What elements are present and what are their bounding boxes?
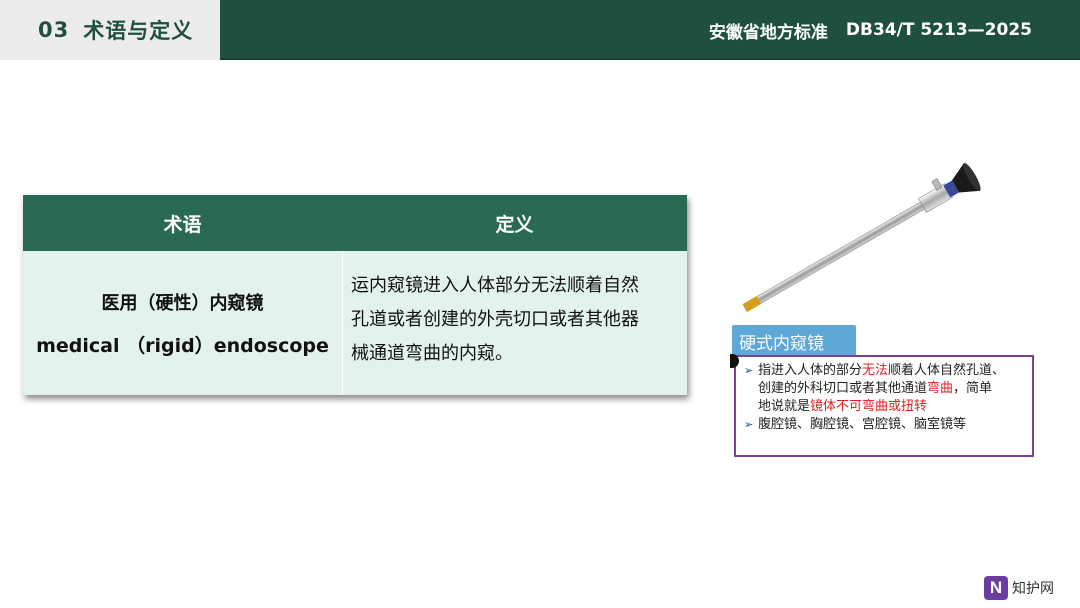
term-definition-table: 术语 定义 医用（硬性）内窥镜 medical （rigid）endoscope… — [23, 195, 687, 395]
term-cell: 医用（硬性）内窥镜 medical （rigid）endoscope — [23, 251, 342, 395]
table-row: 医用（硬性）内窥镜 medical （rigid）endoscope 运内窥镜进… — [23, 251, 687, 395]
caption-line: 创建的外科切口或者其他通道弯曲，简单 — [758, 381, 993, 396]
rigid-endoscope-image — [742, 163, 981, 312]
column-header-term: 术语 — [163, 213, 202, 236]
caption-line: ➢ 指进入人体的部分无法顺着人体自然孔道、 — [744, 363, 1006, 378]
term-chinese: 医用（硬性）内窥镜 — [101, 292, 264, 314]
section-title: 术语与定义 — [83, 19, 194, 43]
arrow-bullet-icon: ➢ — [744, 418, 754, 431]
definition-line: 运内窥镜进入人体部分无法顺着自然 — [351, 275, 639, 296]
caption-line: 地说就是镜体不可弯曲或扭转 — [758, 399, 928, 414]
caption-title: 硬式内窥镜 — [732, 325, 856, 357]
standard-code: DB34/T 5213—2025 — [845, 20, 1032, 40]
definition-line: 孔道或者创建的外壳切口或者其他器 — [351, 309, 639, 330]
column-header-definition: 定义 — [495, 213, 534, 236]
caption-box: ➢ 指进入人体的部分无法顺着人体自然孔道、 创建的外科切口或者其他通道弯曲，简单… — [734, 355, 1034, 457]
standard-issuer: 安徽省地方标准 — [708, 22, 828, 43]
arrow-bullet-icon: ➢ — [744, 364, 754, 377]
term-english: medical （rigid）endoscope — [36, 334, 329, 357]
zhihuwang-logo-icon: N — [984, 576, 1008, 600]
definition-cell: 运内窥镜进入人体部分无法顺着自然 孔道或者创建的外壳切口或者其他器 械通道弯曲的… — [343, 251, 687, 395]
caption-line: ➢ 腹腔镜、胸腔镜、宫腔镜、脑室镜等 — [744, 417, 967, 432]
section-number: 03 — [38, 18, 70, 42]
table-header-row: 术语 定义 — [23, 195, 687, 251]
watermark-text: 知护网 — [1012, 581, 1054, 597]
section-header: 03 术语与定义 — [0, 0, 220, 60]
watermark: N 知护网 — [984, 576, 1054, 600]
standard-banner: 安徽省地方标准 DB34/T 5213—2025 — [220, 0, 1080, 60]
definition-line: 械通道弯曲的内窥。 — [351, 343, 513, 364]
header-divider — [220, 58, 1080, 60]
